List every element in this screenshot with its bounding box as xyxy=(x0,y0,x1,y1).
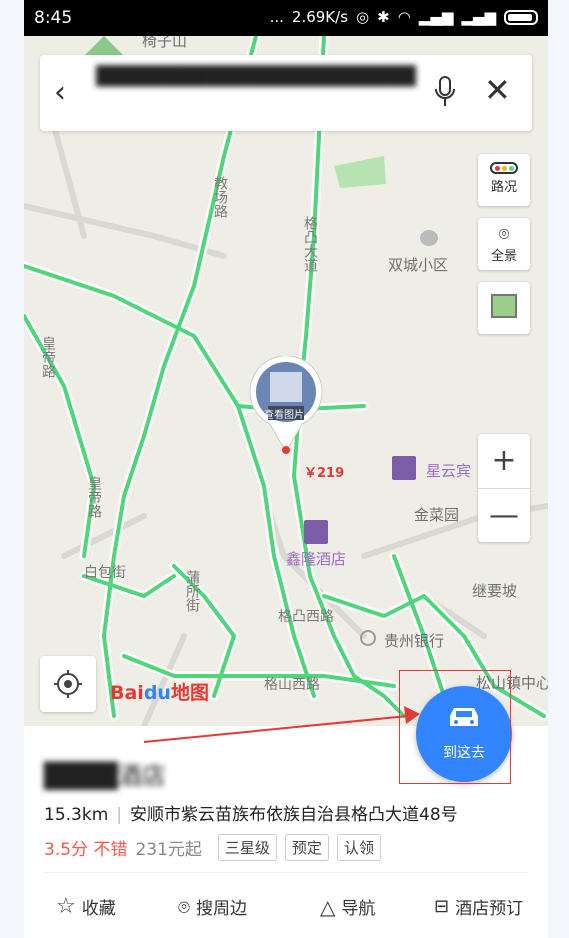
map-label-getushanxilu: 格山西路 xyxy=(264,677,320,693)
bed-icon: ⊟ xyxy=(434,896,450,917)
phone-screen: 8:45 ... 2.69K/s ◎ ✱ ◠ ▂▄▆ ▂▄▆ 椅子山 教场路 格… xyxy=(24,0,548,938)
traffic-label: 路况 xyxy=(490,180,517,195)
signal-icon-2: ▂▄▆ xyxy=(461,8,496,26)
zoom-control: + — xyxy=(478,434,530,542)
tag-star-level: 三星级 xyxy=(217,834,277,861)
battery-icon xyxy=(504,9,538,25)
wifi-icon: ◠ xyxy=(397,8,411,26)
poi-name[interactable]: ████酒店 xyxy=(44,756,166,791)
map-label-getudadao: 格凸大道 xyxy=(302,216,318,272)
marker-caption: 查看图片 xyxy=(264,410,304,421)
close-icon[interactable]: ✕ xyxy=(484,71,511,109)
map-label-shuangcheng: 双城小区 xyxy=(388,256,449,274)
microphone-icon[interactable] xyxy=(434,75,456,109)
bank-icon xyxy=(360,630,376,646)
logo-ditu: 地图 xyxy=(170,682,209,704)
search-query[interactable]: ████████████████████████ xyxy=(96,63,416,123)
search-nearby-button[interactable]: ⌾ 搜周边 xyxy=(178,894,247,920)
star-icon: ☆ xyxy=(56,894,76,919)
panorama-button[interactable]: ⌾ 全景 xyxy=(478,218,530,270)
hotspot-icon: ◎ xyxy=(356,8,370,26)
search-bar[interactable]: ‹ ████████████████████████ ✕ xyxy=(40,55,532,131)
poi-address: 安顺市紫云苗族布依族自治县格凸大道48号 xyxy=(130,805,458,825)
nearby-label: 搜周边 xyxy=(196,899,247,919)
favorite-button[interactable]: ☆ 收藏 xyxy=(56,894,116,919)
hotel-icon-2[interactable] xyxy=(304,520,328,544)
map-label-guizhoubank[interactable]: 贵州银行 xyxy=(384,630,444,651)
zoom-out-button[interactable]: — xyxy=(478,488,530,542)
hotel-booking-button[interactable]: ⊟ 酒店预订 xyxy=(434,894,523,919)
map-label-pusuojie: 蒲所街 xyxy=(184,570,200,612)
status-time: 8:45 xyxy=(34,8,73,28)
location-pin-icon: ⌾ xyxy=(498,224,510,245)
bluetooth-icon: ✱ xyxy=(377,8,390,26)
map-label-jincaiyuan: 金菜园 xyxy=(414,506,460,524)
status-bar: 8:45 ... 2.69K/s ◎ ✱ ◠ ▂▄▆ ▂▄▆ xyxy=(24,0,548,36)
logo-bai: Bai xyxy=(110,682,144,704)
map-label-huangbeilu-2: 皇帝路 xyxy=(86,476,102,518)
tag-claim[interactable]: 认领 xyxy=(336,834,381,861)
image-layer-icon xyxy=(491,294,517,318)
panorama-label: 全景 xyxy=(490,249,517,264)
location-pin-icon: ⌾ xyxy=(178,894,190,919)
more-dots-icon: ... xyxy=(269,8,284,26)
poi-distance: 15.3km xyxy=(44,805,109,825)
action-bar: ☆ 收藏 ⌾ 搜周边 △ 导航 ⊟ 酒店预订 xyxy=(24,890,548,930)
traffic-light-icon xyxy=(490,162,518,174)
map-label-xingyun[interactable]: 星云宾 xyxy=(426,460,471,481)
crosshair-icon xyxy=(54,670,82,698)
price-label: ￥219 xyxy=(304,466,345,481)
divider xyxy=(44,872,528,873)
layer-image-button[interactable] xyxy=(478,282,530,334)
highlight-frame xyxy=(399,670,511,784)
poi-marker[interactable]: 查看图片 xyxy=(248,356,324,456)
poi-meta: 3.5分 不错 231元起 三星级 预定 认领 xyxy=(44,834,381,861)
poi-address-line: 15.3km | 安顺市紫云苗族布依族自治县格凸大道48号 xyxy=(44,805,458,825)
map-label-jiyaopo: 继要坡 xyxy=(472,582,518,600)
map-label-yizishan: 椅子山 xyxy=(142,36,188,50)
navigation-arrow-icon: △ xyxy=(320,894,336,919)
map-label-xinglong[interactable]: 鑫隆酒店 xyxy=(286,548,346,569)
logo-du: du xyxy=(143,682,171,704)
map-label-jiaoyulu: 教场路 xyxy=(212,176,228,218)
locate-button[interactable] xyxy=(40,656,96,712)
hotel-booking-label: 酒店预订 xyxy=(455,899,524,919)
zoom-in-button[interactable]: + xyxy=(478,434,530,488)
back-icon[interactable]: ‹ xyxy=(54,75,66,110)
tag-booking[interactable]: 预定 xyxy=(284,834,329,861)
navigate-button[interactable]: △ 导航 xyxy=(320,894,376,920)
hotel-icon[interactable] xyxy=(392,456,416,480)
signal-icon: ▂▄▆ xyxy=(418,8,454,26)
residential-icon xyxy=(420,230,438,246)
map-view[interactable]: 椅子山 教场路 格凸大道 双城小区 皇帝路 皇帝路 白包街 蒲所街 鑫隆酒店 星… xyxy=(24,36,548,726)
poi-score: 3.5分 不错 xyxy=(44,840,128,860)
map-label-getuxilu: 格凸西路 xyxy=(278,609,334,625)
navigate-label: 导航 xyxy=(341,899,376,919)
baidu-map-logo: Baidu地图 xyxy=(110,678,209,705)
network-speed: 2.69K/s xyxy=(291,8,349,26)
traffic-button[interactable]: 路况 xyxy=(478,154,530,206)
poi-price: 231元起 xyxy=(135,840,202,860)
status-icons: ... 2.69K/s ◎ ✱ ◠ ▂▄▆ ▂▄▆ xyxy=(270,8,538,26)
favorite-label: 收藏 xyxy=(81,899,116,919)
map-label-baishijie: 白包街 xyxy=(84,565,126,581)
map-label-huangbeilu: 皇帝路 xyxy=(40,336,56,378)
